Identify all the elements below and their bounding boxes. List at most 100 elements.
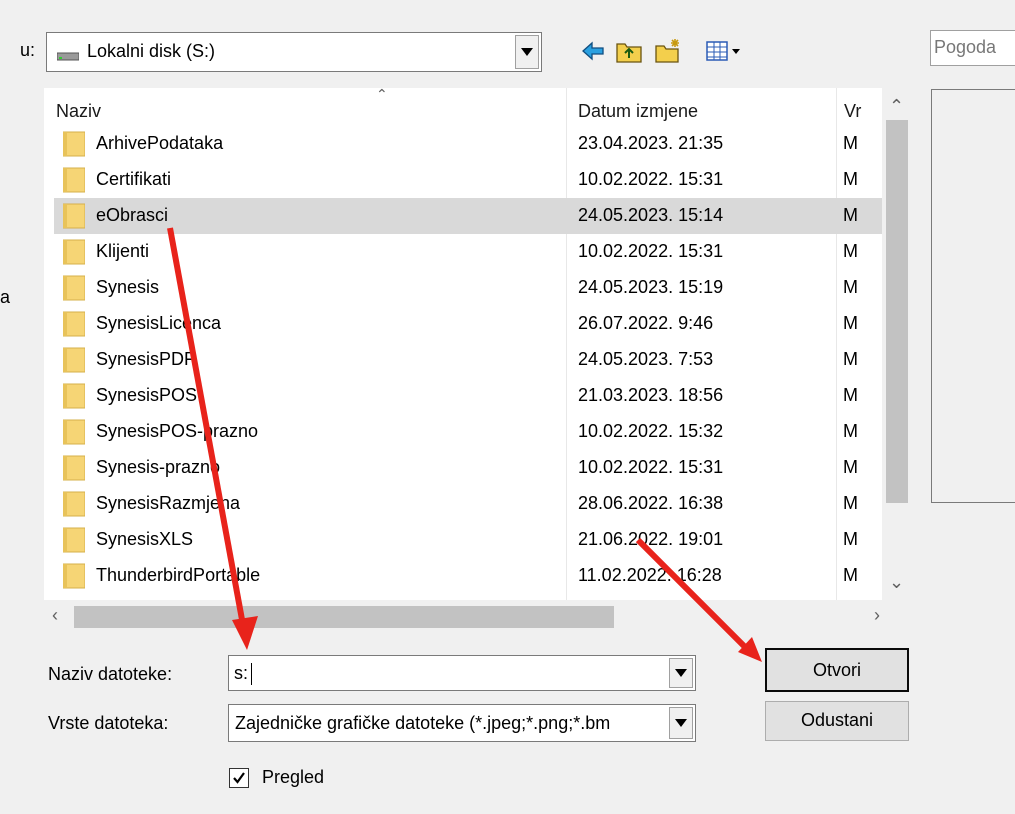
list-item-type: M bbox=[843, 313, 858, 333]
list-item-type: M bbox=[843, 385, 858, 405]
vertical-scroll-thumb[interactable] bbox=[886, 120, 908, 503]
list-item-type: M bbox=[843, 277, 858, 297]
filename-value: s: bbox=[234, 663, 249, 683]
folder-icon bbox=[62, 563, 86, 589]
column-header-type[interactable]: Vr bbox=[844, 88, 861, 126]
filetype-dropdown-button[interactable] bbox=[669, 707, 693, 739]
sort-ascending-icon: ⌃ bbox=[376, 88, 388, 102]
list-item-name: Synesis bbox=[96, 277, 160, 297]
sidebar-fragment: a bbox=[0, 287, 11, 307]
annotation-arrowhead-open bbox=[738, 637, 762, 662]
column-header-date[interactable]: Datum izmjene bbox=[578, 88, 698, 126]
list-item-date: 10.02.2022. 15:32 bbox=[578, 421, 724, 441]
search-input[interactable]: Pogoda bbox=[930, 30, 1015, 66]
list-item[interactable]: Synesis 24.05.2023. 15:19 M bbox=[54, 270, 882, 306]
scroll-up-icon[interactable]: ⌃ bbox=[889, 96, 904, 117]
folder-icon bbox=[62, 203, 86, 229]
folder-icon bbox=[62, 167, 86, 193]
up-folder-icon[interactable] bbox=[615, 38, 643, 69]
scroll-left-icon[interactable]: ‹ bbox=[52, 605, 58, 626]
list-item-name: SynesisPOS-prazno bbox=[96, 421, 259, 441]
list-item-type: M bbox=[843, 205, 858, 225]
list-item-date: 10.02.2022. 15:31 bbox=[578, 457, 724, 477]
look-in-dropdown-button[interactable] bbox=[515, 35, 539, 69]
preview-label: Pregled bbox=[262, 767, 325, 787]
list-item-name: ArhivePodataka bbox=[96, 133, 224, 153]
list-item-type: M bbox=[843, 493, 858, 513]
list-item[interactable]: SynesisXLS 21.06.2022. 19:01 M bbox=[54, 522, 882, 558]
list-item-name: SynesisXLS bbox=[96, 529, 194, 549]
list-item-date: 24.05.2023. 15:14 bbox=[578, 205, 724, 225]
drive-icon bbox=[56, 48, 80, 61]
list-item-date: 21.06.2022. 19:01 bbox=[578, 529, 724, 549]
list-item-type: M bbox=[843, 133, 858, 153]
list-item-date: 10.02.2022. 15:31 bbox=[578, 241, 724, 261]
list-item[interactable]: ArhivePodataka 23.04.2023. 21:35 M bbox=[54, 126, 882, 162]
back-arrow-icon[interactable] bbox=[580, 38, 606, 69]
filetype-label: Vrste datoteka: bbox=[48, 713, 169, 733]
list-item-date: 28.06.2022. 16:38 bbox=[578, 493, 724, 513]
list-item-type: M bbox=[843, 457, 858, 477]
folder-icon bbox=[62, 527, 86, 553]
list-item-name: eObrasci bbox=[96, 205, 169, 225]
list-item-date: 24.05.2023. 15:19 bbox=[578, 277, 724, 297]
folder-icon bbox=[62, 131, 86, 157]
list-item-name: Certifikati bbox=[96, 169, 172, 189]
new-folder-icon[interactable] bbox=[654, 38, 682, 69]
scroll-right-icon[interactable]: › bbox=[874, 605, 880, 626]
list-item-date: 11.02.2022. 16:28 bbox=[578, 565, 722, 585]
list-item-type: M bbox=[843, 349, 858, 369]
list-item-name: Klijenti bbox=[96, 241, 150, 261]
list-item[interactable]: ThunderbirdPortable 11.02.2022. 16:28 M bbox=[54, 558, 882, 594]
list-item-date: 24.05.2023. 7:53 bbox=[578, 349, 714, 369]
list-item[interactable]: SynesisPDF 24.05.2023. 7:53 M bbox=[54, 342, 882, 378]
list-item-date: 26.07.2022. 9:46 bbox=[578, 313, 714, 333]
list-item[interactable]: SynesisRazmjena 28.06.2022. 16:38 M bbox=[54, 486, 882, 522]
list-item[interactable]: Certifikati 10.02.2022. 15:31 M bbox=[54, 162, 882, 198]
list-item-type: M bbox=[843, 529, 858, 549]
list-item-date: 10.02.2022. 15:31 bbox=[578, 169, 724, 189]
folder-icon bbox=[62, 347, 86, 373]
list-item-name: Synesis-prazno bbox=[96, 457, 221, 477]
filetype-select[interactable]: Zajedničke grafičke datoteke (*.jpeg;*.p… bbox=[228, 704, 696, 742]
view-menu-icon[interactable] bbox=[705, 38, 755, 69]
vertical-scrollbar[interactable]: ⌃ ⌄ bbox=[882, 88, 912, 600]
horizontal-scrollbar[interactable]: ‹ › bbox=[44, 600, 912, 634]
list-item-name: SynesisPDF bbox=[96, 349, 196, 369]
file-list[interactable]: Naziv ⌃ Datum izmjene Vr ArhivePodataka 2… bbox=[44, 88, 912, 634]
list-item[interactable]: SynesisPOS-prazno 10.02.2022. 15:32 M bbox=[54, 414, 882, 450]
folder-icon bbox=[62, 419, 86, 445]
column-header-name[interactable]: Naziv bbox=[56, 88, 101, 126]
text-caret bbox=[251, 663, 252, 685]
filetype-value: Zajedničke grafičke datoteke (*.jpeg;*.p… bbox=[235, 713, 611, 733]
list-item[interactable]: Synesis-prazno 10.02.2022. 15:31 M bbox=[54, 450, 882, 486]
folder-icon bbox=[62, 455, 86, 481]
preview-pane bbox=[931, 89, 1015, 503]
filename-dropdown-button[interactable] bbox=[669, 658, 693, 688]
preview-checkbox[interactable] bbox=[229, 768, 249, 788]
checkmark-icon bbox=[231, 770, 247, 791]
folder-icon bbox=[62, 311, 86, 337]
look-in-combobox[interactable]: Lokalni disk (S:) bbox=[46, 32, 542, 72]
list-item-type: M bbox=[843, 421, 858, 441]
list-item[interactable]: SynesisLicenca 26.07.2022. 9:46 M bbox=[54, 306, 882, 342]
list-item-name: SynesisLicenca bbox=[96, 313, 222, 333]
list-item[interactable]: Klijenti 10.02.2022. 15:31 M bbox=[54, 234, 882, 270]
folder-icon bbox=[62, 383, 86, 409]
list-item-type: M bbox=[843, 241, 858, 261]
folder-icon bbox=[62, 491, 86, 517]
filename-input[interactable]: s: bbox=[228, 655, 696, 691]
open-button[interactable]: Otvori bbox=[765, 648, 909, 692]
look-in-value: Lokalni disk (S:) bbox=[87, 41, 216, 61]
horizontal-scroll-thumb[interactable] bbox=[74, 606, 614, 628]
look-in-label: u: bbox=[20, 40, 36, 60]
filename-label: Naziv datoteke: bbox=[48, 664, 173, 684]
list-item-date: 21.03.2023. 18:56 bbox=[578, 385, 724, 405]
cancel-button[interactable]: Odustani bbox=[765, 701, 909, 741]
folder-icon bbox=[62, 239, 86, 265]
list-item[interactable]: eObrasci 24.05.2023. 15:14 M bbox=[54, 198, 882, 234]
list-item[interactable]: SynesisPOS 21.03.2023. 18:56 M bbox=[54, 378, 882, 414]
list-item-name: SynesisPOS bbox=[96, 385, 198, 405]
list-item-name: ThunderbirdPortable bbox=[96, 565, 261, 585]
scroll-down-icon[interactable]: ⌄ bbox=[889, 572, 904, 593]
